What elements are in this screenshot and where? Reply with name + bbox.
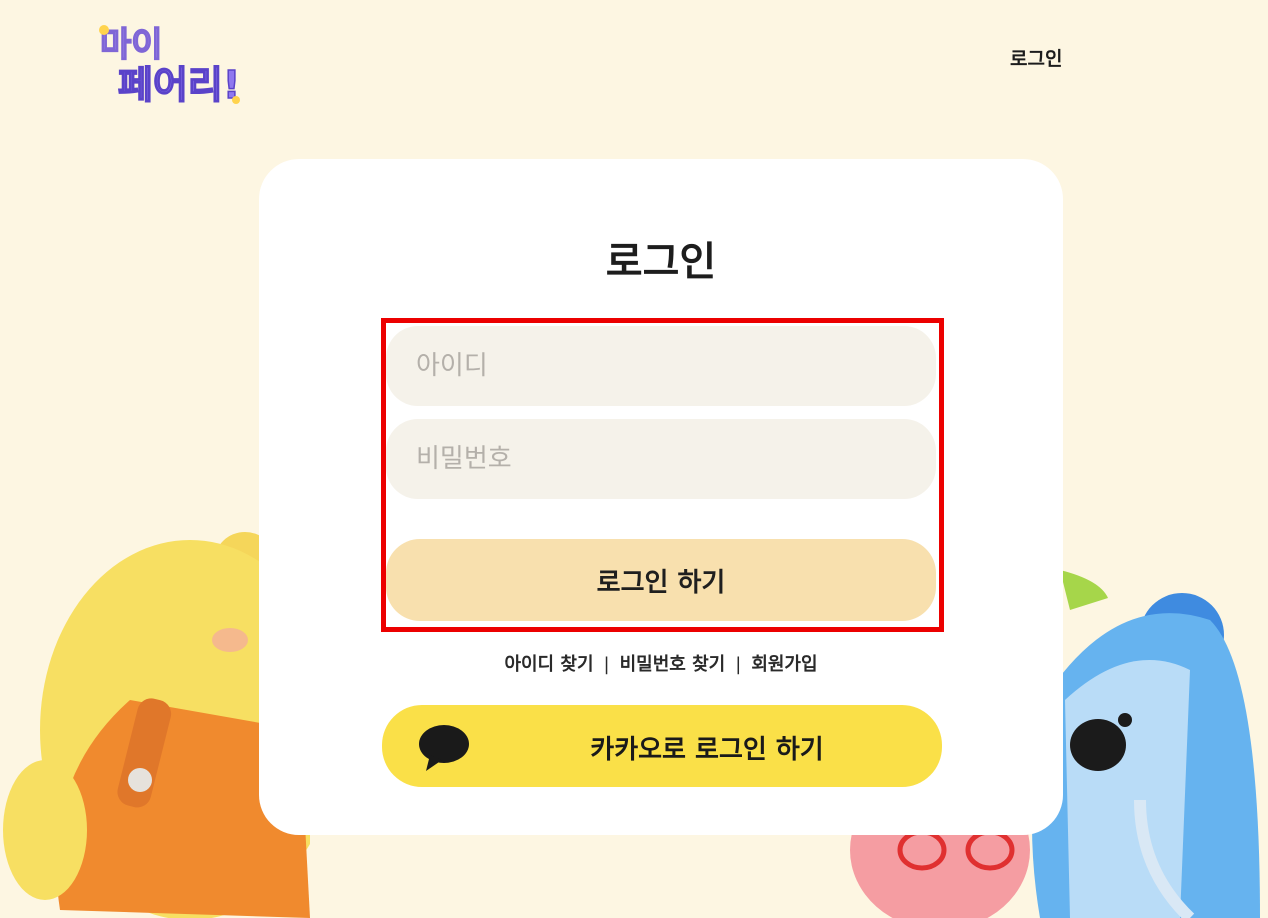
link-separator: | bbox=[735, 654, 742, 675]
speech-bubble-icon bbox=[419, 725, 469, 771]
login-card: 로그인 로그인 하기 아이디 찾기 | 비밀번호 찾기 | 회원가입 카카오로 로그인 … bbox=[259, 159, 1063, 835]
find-password-link[interactable]: 비밀번호 찾기 bbox=[620, 654, 726, 675]
star-icon bbox=[232, 96, 240, 104]
kakao-login-label: 카카오로 로그인 하기 bbox=[590, 735, 824, 765]
id-input[interactable] bbox=[386, 326, 936, 406]
logo-line1: 마이 bbox=[100, 25, 163, 65]
login-submit-button[interactable]: 로그인 하기 bbox=[386, 539, 936, 621]
header-login-link[interactable]: 로그인 bbox=[1010, 44, 1062, 71]
signup-link[interactable]: 회원가입 bbox=[751, 654, 817, 675]
account-links: 아이디 찾기 | 비밀번호 찾기 | 회원가입 bbox=[259, 650, 1063, 676]
logo-line2: 페어리! bbox=[118, 63, 240, 107]
star-icon bbox=[99, 25, 109, 35]
link-separator: | bbox=[603, 654, 610, 675]
find-id-link[interactable]: 아이디 찾기 bbox=[504, 654, 593, 675]
login-title: 로그인 bbox=[605, 239, 717, 285]
brand-logo[interactable]: 마이 페어리! bbox=[96, 18, 266, 108]
password-input[interactable] bbox=[386, 419, 936, 499]
kakao-login-button[interactable]: 카카오로 로그인 하기 bbox=[382, 705, 942, 787]
